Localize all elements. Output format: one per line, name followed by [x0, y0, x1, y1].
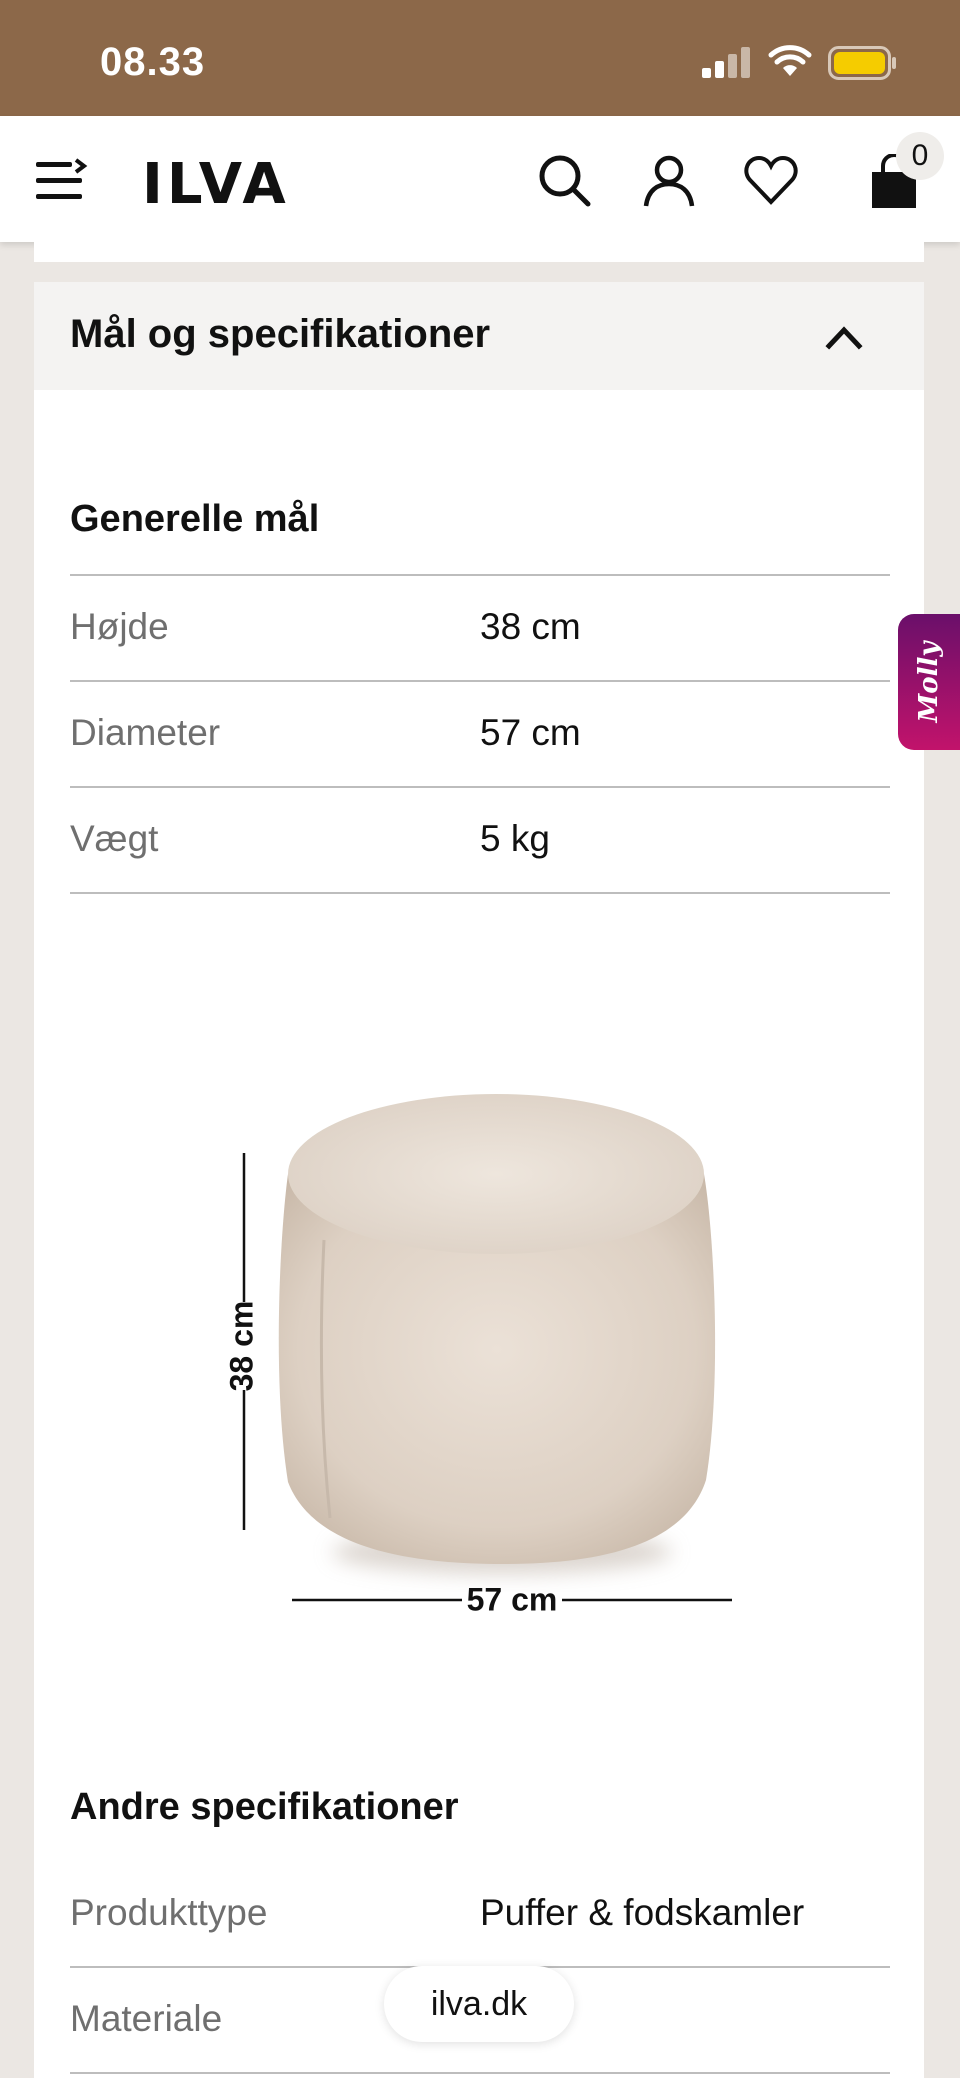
- ilva-logo[interactable]: ILVA: [142, 152, 290, 217]
- previous-section-edge: [34, 242, 924, 262]
- general-dimensions-title: Generelle mål: [70, 498, 320, 540]
- spec-value: Puffer & fodskamler: [480, 1892, 805, 1933]
- accordion-header[interactable]: Mål og specifikationer: [34, 282, 924, 390]
- heart-icon[interactable]: [742, 152, 800, 210]
- spec-value: 5 kg: [480, 818, 550, 859]
- height-dimension-label: 38 cm: [223, 1301, 259, 1392]
- account-icon[interactable]: [640, 152, 698, 210]
- spec-label: Produkttype: [70, 1892, 268, 1933]
- search-icon[interactable]: [536, 152, 594, 210]
- signal-icon: [702, 47, 750, 78]
- pouf-dimension-illustration: 38 cm 57 cm: [223, 1094, 732, 1617]
- spec-row-weight: Vægt 5 kg: [70, 788, 890, 894]
- pouf-top: [288, 1094, 704, 1254]
- spec-value: 57 cm: [480, 712, 581, 753]
- spec-value: 38 cm: [480, 606, 581, 647]
- status-time: 08.33: [100, 40, 206, 84]
- browser-url-bar[interactable]: ilva.dk: [384, 1966, 574, 2042]
- spec-label: Diameter: [70, 712, 221, 753]
- menu-icon[interactable]: [34, 158, 88, 204]
- spec-row-height: Højde 38 cm: [70, 576, 890, 682]
- spec-label: Vægt: [70, 818, 159, 859]
- other-specifications-title: Andre specifikationer: [70, 1786, 459, 1828]
- spec-label: Højde: [70, 606, 169, 647]
- wifi-icon: [768, 45, 812, 76]
- molly-label: Molly: [914, 641, 944, 723]
- accordion-title: Mål og specifikationer: [70, 312, 491, 356]
- spec-row-product-type: Produkttype Puffer & fodskamler: [70, 1862, 890, 1968]
- spec-row-diameter: Diameter 57 cm: [70, 682, 890, 788]
- chevron-up-icon[interactable]: [824, 320, 864, 352]
- status-bar: 08.33: [0, 0, 960, 116]
- molly-chat-tab[interactable]: Molly: [898, 614, 960, 750]
- spec-label: Materiale: [70, 1998, 223, 2039]
- cart-count-badge: 0: [896, 132, 944, 180]
- battery-icon: [828, 46, 896, 80]
- width-dimension-label: 57 cm: [467, 1581, 558, 1617]
- specifications-accordion: Mål og specifikationer Generelle mål Høj…: [34, 282, 924, 2078]
- site-header: ILVA 0: [0, 116, 960, 242]
